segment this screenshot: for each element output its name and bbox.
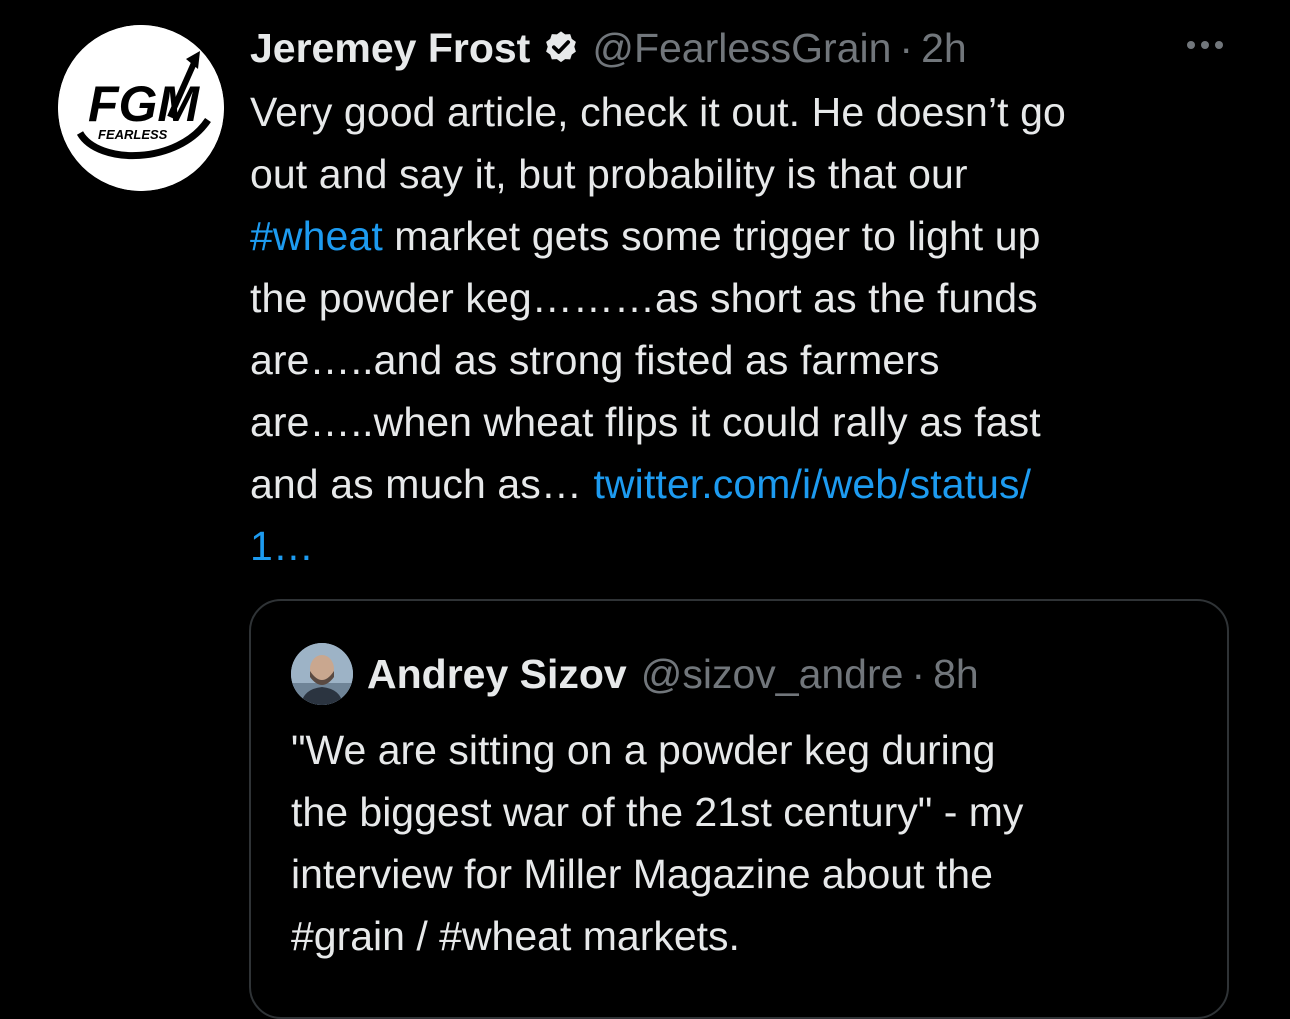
hashtag-wheat-link[interactable]: #wheat [250,213,383,259]
status-link[interactable]: twitter.com/i/web/status/ [593,461,1031,507]
svg-text:FGM: FGM [88,76,200,132]
tweet[interactable]: FGM FEARLESS Jeremey Frost @FearlessGrai… [0,0,1290,1019]
tweet-text-line: market gets some trigger to light up [382,213,1041,259]
quoted-author-avatar[interactable] [291,643,353,705]
tweet-text-line: are…..when wheat flips it could rally as… [250,399,1041,445]
tweet-text-line: are…..and as strong fisted as farmers [250,337,940,383]
quoted-author-handle[interactable]: @sizov_andre [641,639,904,709]
author-name[interactable]: Jeremey Frost [250,18,530,78]
tweet-text: Very good article, check it out. He does… [250,81,1250,577]
fgm-logo-icon: FGM FEARLESS [58,25,224,191]
author-handle[interactable]: @FearlessGrain [592,18,891,78]
quoted-text-line: "We are sitting on a powder keg during [291,727,996,773]
tweet-text-line: Very good article, check it out. He does… [250,89,1066,135]
quoted-text-line: #grain / #wheat markets. [291,913,740,959]
verified-badge-icon [542,29,580,67]
quoted-tweet-text: "We are sitting on a powder keg during t… [291,719,1211,967]
svg-text:FEARLESS: FEARLESS [98,127,168,142]
quoted-tweet-time[interactable]: 8h [933,639,979,709]
tweet-header: Jeremey Frost @FearlessGrain · 2h [250,18,967,78]
tweet-text-line: out and say it, but probability is that … [250,151,968,197]
more-horizontal-icon[interactable] [1180,30,1230,60]
quoted-text-line: interview for Miller Magazine about the [291,851,993,897]
quoted-author-name[interactable]: Andrey Sizov [367,639,627,709]
quoted-tweet-card[interactable]: Andrey Sizov @sizov_andre · 8h "We are s… [249,599,1229,1019]
tweet-text-line: the powder keg………as short as the funds [250,275,1038,321]
tweet-time[interactable]: 2h [921,18,967,78]
author-avatar[interactable]: FGM FEARLESS [58,25,224,191]
tweet-text-line: and as much as… [250,461,594,507]
quoted-text-line: the biggest war of the 21st century" - m… [291,789,1024,835]
separator-dot: · [911,651,926,697]
separator-dot: · [899,25,914,71]
status-link-continued[interactable]: 1… [250,523,314,569]
person-photo-icon [291,643,353,705]
quoted-tweet-header: Andrey Sizov @sizov_andre · 8h [291,639,979,709]
